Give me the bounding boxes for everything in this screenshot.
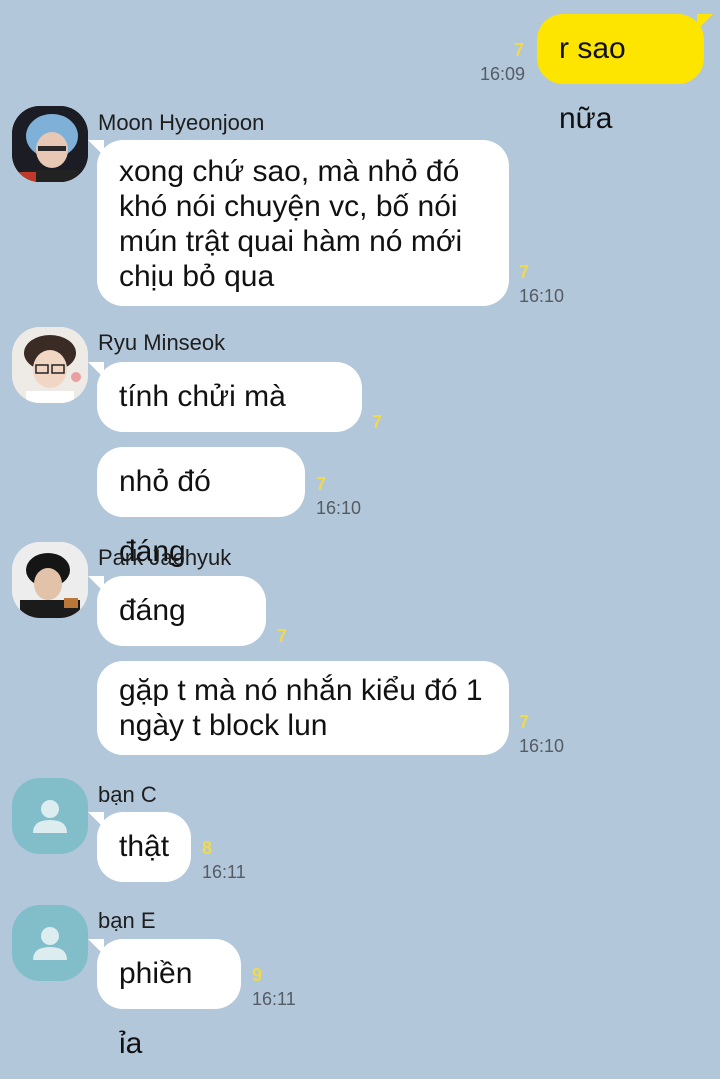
unread-count: 7 bbox=[372, 412, 383, 432]
message-bubble[interactable]: đáng thật bbox=[88, 576, 266, 697]
sender-name: bạn E bbox=[98, 908, 156, 933]
message-time: 16:10 bbox=[316, 498, 362, 518]
person-icon bbox=[33, 927, 67, 960]
message-bubble[interactable]: tính chửi mà thôi bbox=[88, 362, 362, 483]
message-time: 16:11 bbox=[202, 862, 246, 882]
message-bubble[interactable]: nhỏ đó đáng bbox=[97, 447, 305, 568]
message-bubble[interactable]: gặp t mà nó nhắn kiểu đó 1 ngày t block … bbox=[97, 661, 509, 755]
unread-count: 7 bbox=[514, 40, 525, 60]
unread-count: 7 bbox=[519, 712, 530, 732]
unread-count: 7 bbox=[519, 262, 530, 282]
message-line: khó nói chuyện vc, bố nói bbox=[119, 190, 458, 223]
unread-count: 8 bbox=[202, 838, 213, 858]
person-icon bbox=[33, 800, 67, 833]
sender-name: Ryu Minseok bbox=[98, 330, 226, 355]
message-line: chịu bỏ qua bbox=[119, 260, 275, 293]
message-time: 16:10 bbox=[519, 286, 565, 306]
sender-name: Moon Hyeonjoon bbox=[98, 110, 265, 135]
avatar-park-jaehyuk[interactable] bbox=[12, 542, 88, 618]
message-line: gặp t mà nó nhắn kiểu đó 1 bbox=[119, 674, 483, 707]
unread-count: 9 bbox=[252, 965, 263, 985]
sender-name: Park Jaehyuk bbox=[98, 545, 232, 570]
avatar-ban-c[interactable] bbox=[12, 778, 88, 854]
message-line: xong chứ sao, mà nhỏ đó bbox=[119, 155, 460, 188]
sender-name: bạn C bbox=[98, 782, 157, 807]
avatar-ban-e[interactable] bbox=[12, 905, 88, 981]
message-time: 16:10 bbox=[519, 736, 565, 756]
message-time: 16:09 bbox=[480, 64, 526, 84]
message-line: mún trật quai hàm nó mới bbox=[119, 225, 463, 258]
message-bubble[interactable]: phiền ỉa bbox=[88, 939, 241, 1060]
unread-count: 7 bbox=[316, 474, 327, 494]
my-message-bubble[interactable]: r sao nữa bbox=[537, 14, 713, 135]
message-bubble[interactable]: xong chứ sao, mà nhỏ đó khó nói chuyện v… bbox=[88, 140, 509, 306]
message-line: ngày t block lun bbox=[119, 709, 328, 742]
message-bubble[interactable]: thật bbox=[88, 812, 191, 882]
avatar-moon-hyeonjoon[interactable] bbox=[12, 106, 88, 182]
avatar-ryu-minseok[interactable] bbox=[12, 327, 88, 403]
unread-count: 7 bbox=[277, 626, 288, 646]
message-time: 16:11 bbox=[252, 989, 296, 1009]
